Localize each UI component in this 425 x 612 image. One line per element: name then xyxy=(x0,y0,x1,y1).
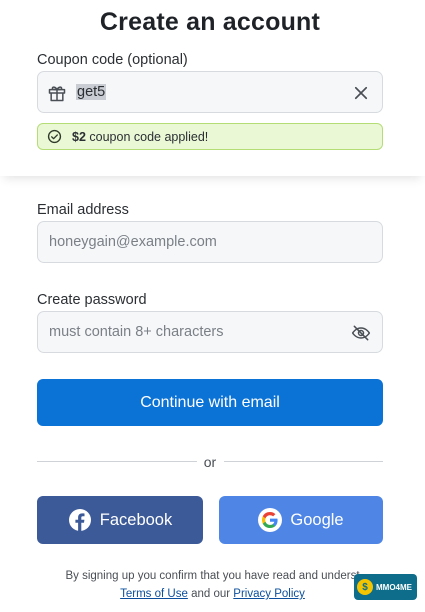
divider-or: or xyxy=(203,454,217,470)
eye-off-icon[interactable] xyxy=(351,323,371,343)
check-circle-icon xyxy=(47,129,62,144)
continue-with-email-button[interactable]: Continue with email xyxy=(37,379,383,426)
coupon-input[interactable]: get5 xyxy=(76,84,107,100)
password-label: Create password xyxy=(37,292,147,308)
coupon-field[interactable]: get5 xyxy=(37,71,383,113)
gift-icon xyxy=(48,86,66,102)
facebook-icon xyxy=(68,509,91,531)
privacy-policy-link[interactable]: Privacy Policy xyxy=(233,588,305,600)
facebook-button[interactable]: Facebook xyxy=(37,496,203,544)
close-icon[interactable] xyxy=(352,84,370,102)
terms-of-use-link[interactable]: Terms of Use xyxy=(120,588,188,600)
google-icon xyxy=(258,508,283,532)
legal-and-our: and our xyxy=(191,588,231,600)
email-label: Email address xyxy=(37,202,129,218)
email-field[interactable]: honeygain@example.com xyxy=(37,221,383,263)
page-title: Create an account xyxy=(99,8,321,36)
divider-left xyxy=(37,461,197,462)
facebook-label: Facebook xyxy=(99,510,173,529)
google-button[interactable]: Google xyxy=(219,496,383,544)
coupon-success-text: $2 coupon code applied! xyxy=(72,130,209,144)
watermark-logo: $ MMO4ME xyxy=(354,574,417,600)
password-placeholder: must contain 8+ characters xyxy=(49,324,224,340)
google-label: Google xyxy=(290,510,344,529)
dollar-icon: $ xyxy=(357,579,373,595)
coupon-success-banner: $2 coupon code applied! xyxy=(37,123,383,150)
coupon-label: Coupon code (optional) xyxy=(37,52,188,68)
watermark-text: MMO4ME xyxy=(376,582,412,592)
email-placeholder: honeygain@example.com xyxy=(49,234,217,250)
divider-right xyxy=(224,461,383,462)
password-field[interactable]: must contain 8+ characters xyxy=(37,311,383,353)
coupon-section: Create an account Coupon code (optional)… xyxy=(0,0,425,176)
